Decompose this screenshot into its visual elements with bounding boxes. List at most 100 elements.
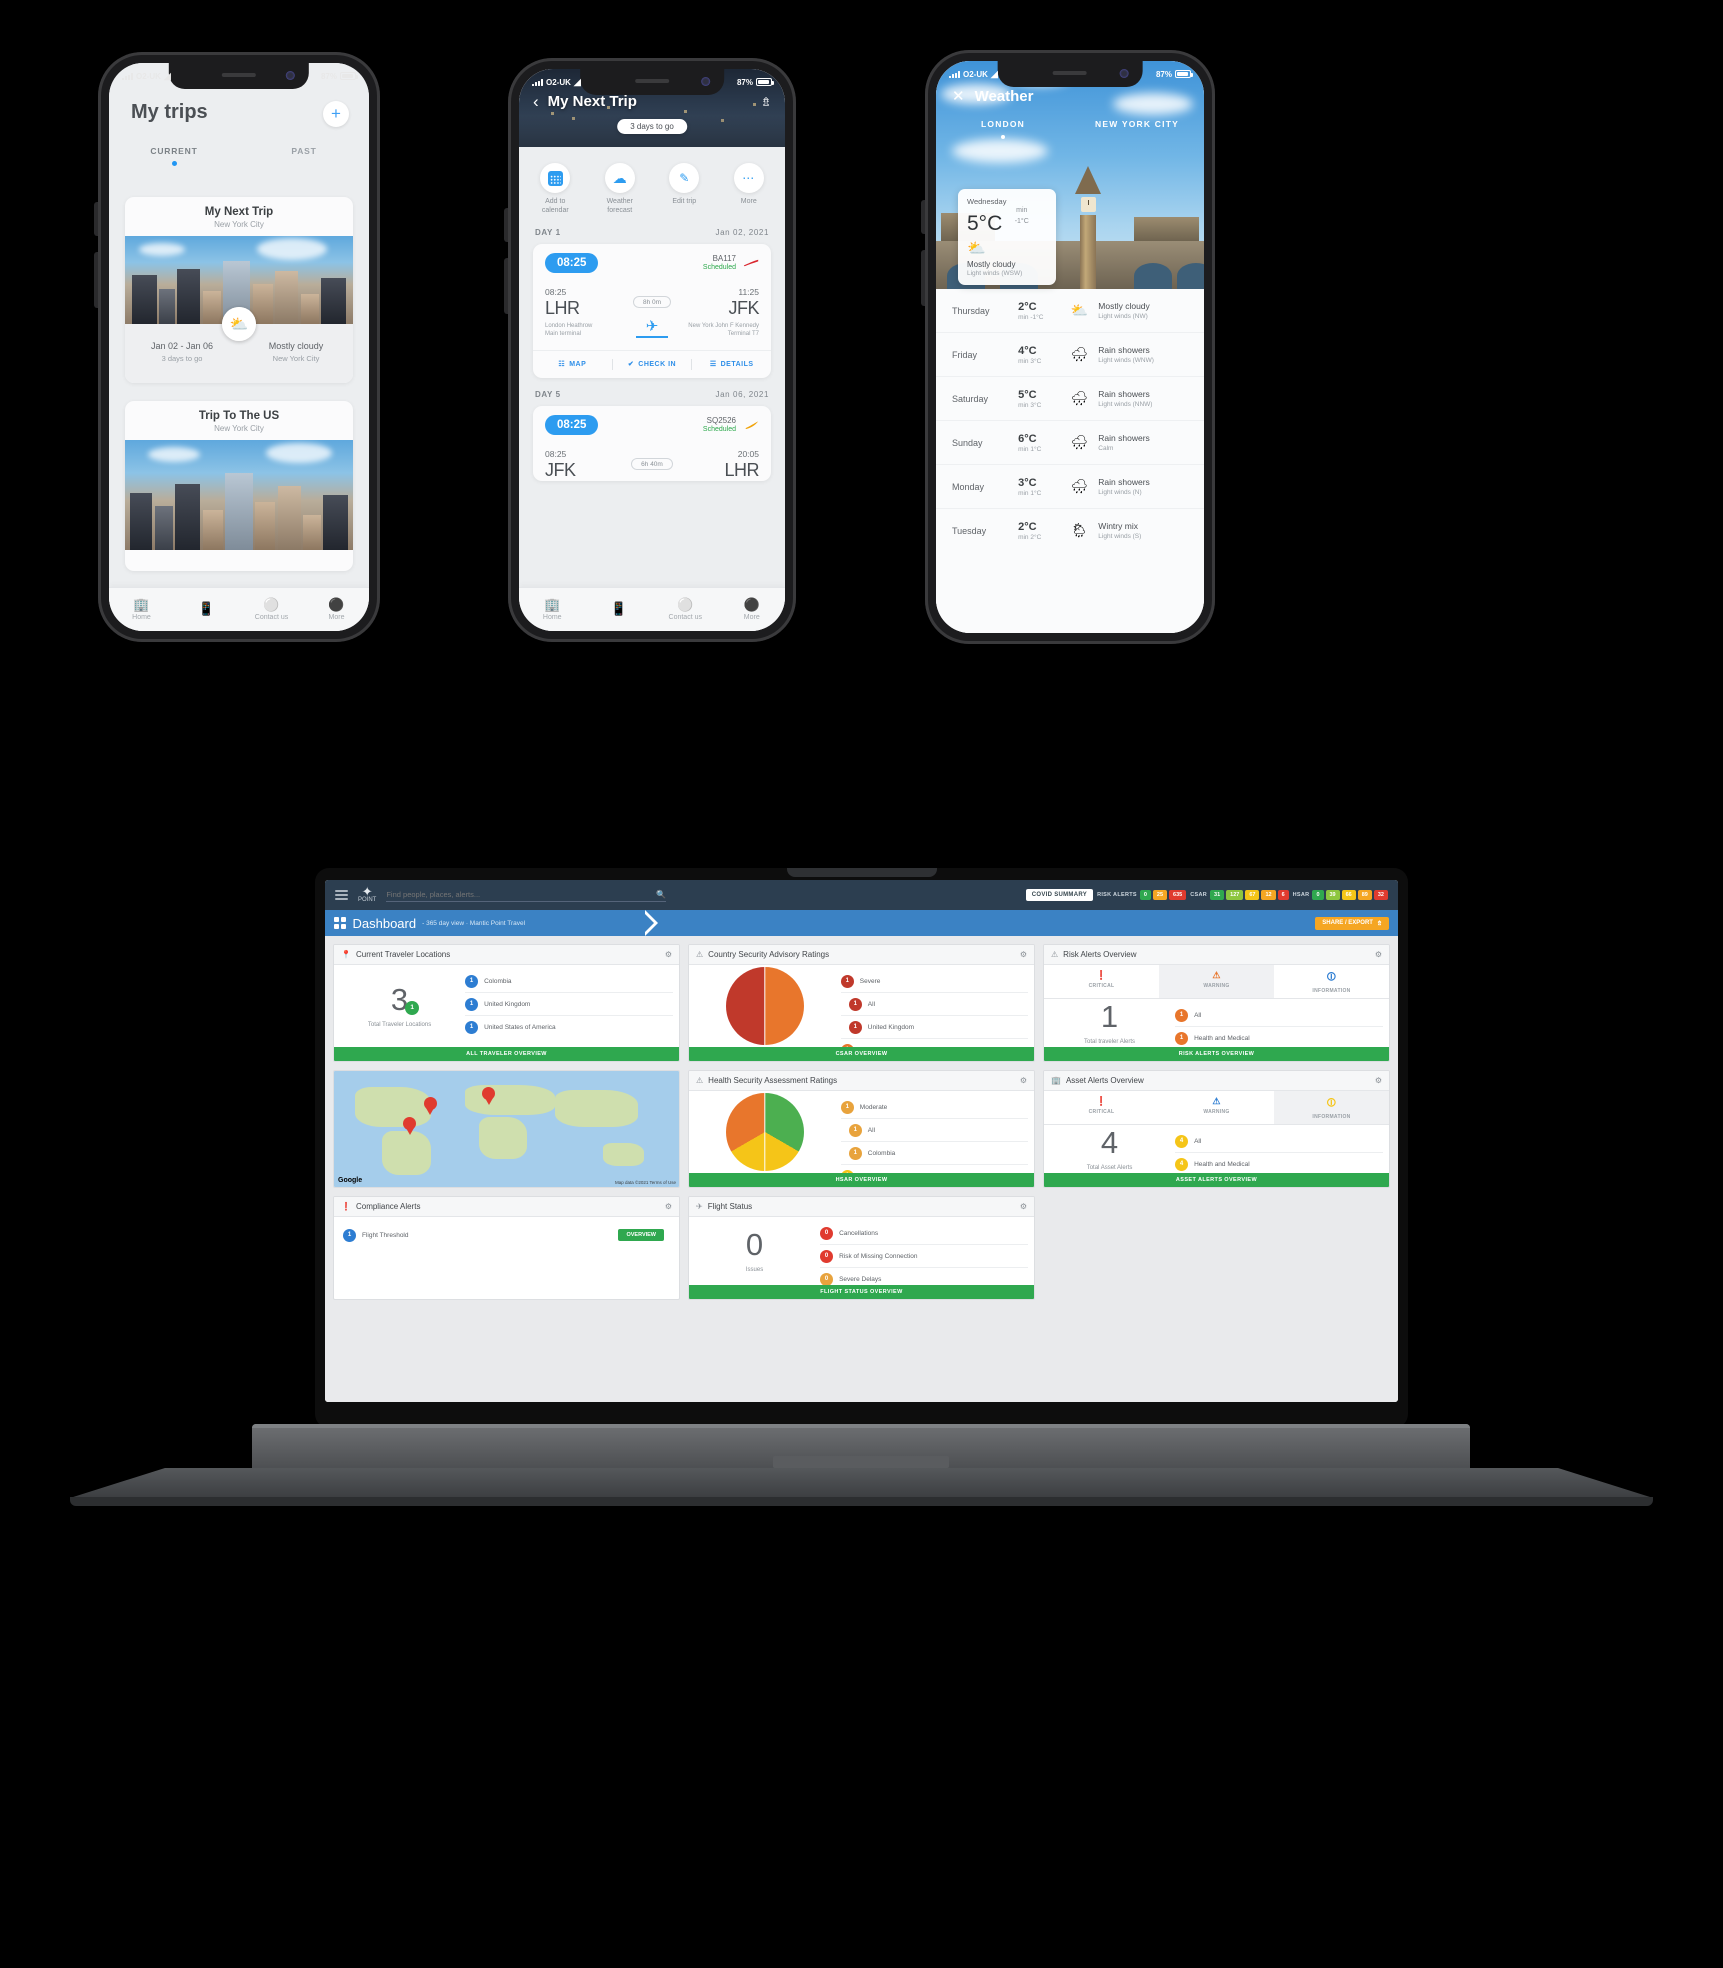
gear-icon[interactable]: ⚙ xyxy=(1020,1202,1027,1211)
gear-icon[interactable]: ⚙ xyxy=(1375,1076,1382,1085)
widget-footer-button[interactable]: RISK ALERTS OVERVIEW xyxy=(1044,1047,1389,1061)
forecast-row[interactable]: Sunday 6°C min 1°C 🌧 Rain showers Calm xyxy=(936,421,1204,465)
list-item[interactable]: 1 United Kingdom xyxy=(465,993,673,1016)
tab-warning[interactable]: ⚠ WARNING xyxy=(1159,965,1274,998)
list-item[interactable]: 1 United States of America xyxy=(465,1016,673,1038)
action-edit-trip[interactable]: ✎ Edit trip xyxy=(652,163,717,216)
list-item[interactable]: 1 All xyxy=(1175,1004,1383,1027)
flight-action-checkin[interactable]: ✔ CHECK IN xyxy=(613,360,692,369)
widget-footer-button[interactable]: HSAR OVERVIEW xyxy=(689,1173,1034,1187)
map-pin[interactable] xyxy=(403,1117,416,1136)
flight-action-map[interactable]: ☷ MAP xyxy=(533,360,612,369)
hsar-pill[interactable]: 32 xyxy=(1373,890,1388,900)
widget-footer-button[interactable]: ASSET ALERTS OVERVIEW xyxy=(1044,1173,1389,1187)
list-item[interactable]: 1 Colombia xyxy=(465,970,673,993)
tabbar-contact[interactable]: ⚪ Contact us xyxy=(239,598,304,621)
arrival-airport-name: New York John F Kennedy xyxy=(688,322,759,329)
action-add-to-calendar[interactable]: Add to calendar xyxy=(523,163,588,216)
list-item[interactable]: 4 Health and Medical xyxy=(1175,1153,1383,1175)
city-new-york[interactable]: NEW YORK CITY xyxy=(1070,119,1204,139)
csar-pill[interactable]: 67 xyxy=(1245,890,1260,900)
list-item[interactable]: 1 Colombia xyxy=(840,1142,1028,1165)
tabbar-home[interactable]: 🏢 Home xyxy=(519,598,586,621)
map-pin[interactable] xyxy=(482,1087,496,1106)
tab-information[interactable]: 🛈 INFORMATION xyxy=(1274,965,1389,998)
list-item[interactable]: 0 Risk of Missing Connection xyxy=(820,1245,1028,1268)
hsar-pill[interactable]: 0 xyxy=(1312,890,1324,900)
tabbar-more[interactable]: ⚫ More xyxy=(719,598,786,621)
forecast-row[interactable]: Friday 4°C min 3°C 🌧 Rain showers Light … xyxy=(936,333,1204,377)
flight-card-day5[interactable]: 08:25 SQ2526 Scheduled 08:25 JFK 6h 40m … xyxy=(533,405,771,481)
tab-critical[interactable]: ❗ CRITICAL xyxy=(1044,965,1159,998)
gear-icon[interactable]: ⚙ xyxy=(1020,1076,1027,1085)
risk-pill[interactable]: 0 xyxy=(1139,890,1151,900)
list-item[interactable]: 1 United Kingdom xyxy=(840,1016,1028,1039)
forecast-row[interactable]: Tuesday 2°C min 2°C 🌦 Wintry mix Light w… xyxy=(936,509,1204,552)
tab-past[interactable]: PAST xyxy=(239,146,369,166)
covid-summary-button[interactable]: COVID SUMMARY xyxy=(1025,889,1094,901)
phone-weather: O2-UK ◢ 87% ✕ Weather LONDON NEW YORK CI… xyxy=(921,50,1215,644)
trip-title-2: Trip To The US xyxy=(198,410,280,422)
close-icon[interactable]: ✕ xyxy=(952,87,965,105)
global-search[interactable]: 🔍 xyxy=(386,888,667,902)
widget-footer-button[interactable]: ALL TRAVELER OVERVIEW xyxy=(334,1047,679,1061)
list-item[interactable]: 1 Flight Threshold OVERVIEW xyxy=(343,1224,664,1246)
widget-footer-button[interactable]: FLIGHT STATUS OVERVIEW xyxy=(689,1285,1034,1299)
tab-warning[interactable]: ⚠ WARNING xyxy=(1159,1091,1274,1124)
tab-current[interactable]: CURRENT xyxy=(109,146,239,166)
gear-icon[interactable]: ⚙ xyxy=(665,1202,672,1211)
tabbar-contact[interactable]: ⚪ Contact us xyxy=(652,598,719,621)
list-item[interactable]: 1 Health and Medical xyxy=(1175,1027,1383,1049)
trip-card-next[interactable]: My Next Trip New York City Jan 02 - Jan … xyxy=(125,197,353,383)
widget-footer-button[interactable]: CSAR OVERVIEW xyxy=(689,1047,1034,1061)
add-trip-button[interactable]: + xyxy=(323,101,349,127)
tab-information[interactable]: 🛈 INFORMATION xyxy=(1274,1091,1389,1124)
search-icon[interactable]: 🔍 xyxy=(656,890,666,899)
forecast-row[interactable]: Saturday 5°C min 3°C 🌧 Rain showers Ligh… xyxy=(936,377,1204,421)
action-weather-forecast[interactable]: ☁ Weather forecast xyxy=(588,163,653,216)
chevron-left-icon[interactable]: ‹ xyxy=(533,93,539,110)
list-item[interactable]: 1 Moderate xyxy=(840,1096,1028,1119)
csar-pill[interactable]: 6 xyxy=(1277,890,1289,900)
csar-pill[interactable]: 127 xyxy=(1226,890,1244,900)
trackpad[interactable] xyxy=(773,1456,949,1468)
search-input[interactable] xyxy=(386,890,657,899)
tabbar-more[interactable]: ⚫ More xyxy=(304,598,369,621)
tabbar-trips[interactable]: 📱 xyxy=(586,602,653,618)
gear-icon[interactable]: ⚙ xyxy=(665,950,672,959)
list-item[interactable]: 0 Cancellations xyxy=(820,1222,1028,1245)
map-pin[interactable] xyxy=(423,1096,437,1115)
compliance-overview-button[interactable]: OVERVIEW xyxy=(618,1229,664,1241)
risk-pill[interactable]: 25 xyxy=(1152,890,1168,900)
world-map[interactable]: Google Map data ©2021 Terms of Use xyxy=(334,1071,679,1187)
hamburger-icon[interactable] xyxy=(335,887,348,902)
list-item[interactable]: 1 All xyxy=(840,993,1028,1016)
list-item[interactable]: 1 Severe xyxy=(840,970,1028,993)
hsar-pill[interactable]: 66 xyxy=(1341,890,1356,900)
share-icon[interactable]: ⇯ xyxy=(761,95,771,109)
tabbar-trips[interactable]: 📱 xyxy=(174,602,239,618)
list-item[interactable]: 4 All xyxy=(1175,1130,1383,1153)
flight-action-details[interactable]: ☰ DETAILS xyxy=(692,360,771,369)
share-export-button[interactable]: SHARE / EXPORT ⇯ xyxy=(1315,916,1389,930)
widget-world-map[interactable]: Google Map data ©2021 Terms of Use xyxy=(333,1070,680,1188)
trip-card-us[interactable]: Trip To The US New York City xyxy=(125,401,353,571)
gear-icon[interactable]: ⚙ xyxy=(1375,950,1382,959)
list-item[interactable]: 1 All xyxy=(840,1119,1028,1142)
city-london[interactable]: LONDON xyxy=(936,119,1070,139)
csar-pill[interactable]: 12 xyxy=(1261,890,1276,900)
flight-card-day1[interactable]: 08:25 BA117 Scheduled 08:25 LHR London H… xyxy=(533,243,771,378)
forecast-wind: Light winds (NW) xyxy=(1098,313,1148,320)
risk-pill[interactable]: 635 xyxy=(1169,890,1187,900)
action-more[interactable]: ⋯ More xyxy=(717,163,782,216)
csar-pill[interactable]: 31 xyxy=(1210,890,1225,900)
forecast-row[interactable]: Thursday 2°C min -1°C ⛅ Mostly cloudy Li… xyxy=(936,289,1204,333)
tabbar-home[interactable]: 🏢 Home xyxy=(109,598,174,621)
tab-critical[interactable]: ❗ CRITICAL xyxy=(1044,1091,1159,1124)
forecast-row[interactable]: Monday 3°C min 1°C 🌧 Rain showers Light … xyxy=(936,465,1204,509)
widget-current-traveler-locations: 📍 Current Traveler Locations ⚙ 3 1 Total… xyxy=(333,944,680,1062)
gear-icon[interactable]: ⚙ xyxy=(1020,950,1027,959)
hsar-pill[interactable]: 89 xyxy=(1357,890,1372,900)
tab-information-label: INFORMATION xyxy=(1312,1114,1351,1120)
hsar-pill[interactable]: 39 xyxy=(1325,890,1340,900)
